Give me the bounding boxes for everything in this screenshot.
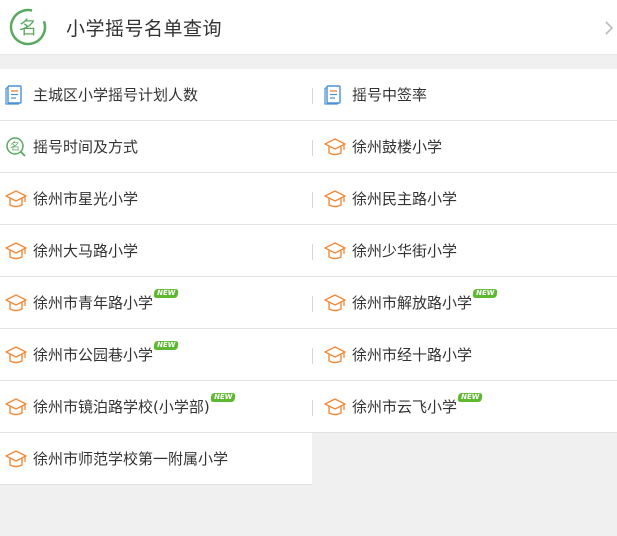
list-item-label: 徐州市解放路小学 xyxy=(352,294,473,312)
graduation-cap-icon xyxy=(5,188,27,210)
link-grid: 主城区小学摇号计划人数 摇号中签率名摇号时间及方式 徐州鼓楼小学徐州市星光小学 徐州民… xyxy=(0,69,617,485)
empty-cell xyxy=(312,433,617,485)
list-item[interactable]: 徐州鼓楼小学 xyxy=(312,121,617,173)
graduation-cap-icon xyxy=(5,396,27,418)
list-item-label: 主城区小学摇号计划人数 xyxy=(33,86,199,104)
new-badge: NEW xyxy=(210,393,236,402)
list-item[interactable]: 徐州市云飞小学 NEW xyxy=(312,381,617,433)
list-item-label: 徐州大马路小学 xyxy=(33,242,139,260)
list-item-label: 徐州市镜泊路学校(小学部) xyxy=(33,398,210,416)
list-item[interactable]: 徐州民主路小学 xyxy=(312,173,617,225)
graduation-cap-icon xyxy=(324,136,346,158)
list-item-label: 徐州市师范学校第一附属小学 xyxy=(33,450,229,468)
list-item-label: 徐州少华街小学 xyxy=(352,242,458,260)
new-badge: NEW xyxy=(153,289,180,298)
list-item-label: 徐州市星光小学 xyxy=(33,190,139,208)
list-item-label: 徐州市青年路小学 xyxy=(33,294,154,312)
graduation-cap-icon xyxy=(5,448,27,470)
graduation-cap-icon xyxy=(5,240,27,262)
list-item[interactable]: 徐州市经十路小学 xyxy=(312,329,617,381)
list-item[interactable]: 徐州少华街小学 xyxy=(312,225,617,277)
list-item-label: 徐州鼓楼小学 xyxy=(352,138,443,156)
new-badge: NEW xyxy=(472,289,499,298)
list-item-label: 徐州市公园巷小学 xyxy=(33,346,154,364)
header-bar[interactable]: 名 小学摇号名单查询 xyxy=(0,0,617,55)
section-gap xyxy=(0,55,617,69)
list-item[interactable]: 徐州市青年路小学 NEW xyxy=(0,277,312,329)
list-item-label: 徐州民主路小学 xyxy=(352,190,458,208)
list-item-label: 徐州市云飞小学 xyxy=(352,398,458,416)
name-logo-icon: 名 xyxy=(9,8,47,46)
list-item[interactable]: 徐州市解放路小学 NEW xyxy=(312,277,617,329)
document-icon xyxy=(324,84,346,106)
graduation-cap-icon xyxy=(324,292,346,314)
page-title: 小学摇号名单查询 xyxy=(66,18,223,40)
new-badge: NEW xyxy=(457,393,484,402)
graduation-cap-icon xyxy=(5,292,27,314)
graduation-cap-icon xyxy=(5,344,27,366)
list-item-label: 摇号中签率 xyxy=(352,86,428,104)
list-item[interactable]: 主城区小学摇号计划人数 xyxy=(0,69,312,121)
list-item-label: 徐州市经十路小学 xyxy=(352,346,473,364)
list-item[interactable]: 徐州市镜泊路学校(小学部) NEW xyxy=(0,381,312,433)
list-item[interactable]: 徐州市师范学校第一附属小学 xyxy=(0,433,312,485)
graduation-cap-icon xyxy=(324,188,346,210)
new-badge: NEW xyxy=(153,341,180,350)
graduation-cap-icon xyxy=(324,344,346,366)
list-item[interactable]: 徐州市公园巷小学 NEW xyxy=(0,329,312,381)
graduation-cap-icon xyxy=(324,240,346,262)
list-item[interactable]: 名摇号时间及方式 xyxy=(0,121,312,173)
list-item[interactable]: 徐州大马路小学 xyxy=(0,225,312,277)
chevron-right-icon[interactable] xyxy=(604,20,614,36)
list-item[interactable]: 徐州市星光小学 xyxy=(0,173,312,225)
graduation-cap-icon xyxy=(324,396,346,418)
list-item[interactable]: 摇号中签率 xyxy=(312,69,617,121)
logo-char: 名 xyxy=(19,18,37,39)
svg-text:名: 名 xyxy=(10,140,20,153)
list-item-label: 摇号时间及方式 xyxy=(33,138,139,156)
name-search-icon: 名 xyxy=(5,136,27,158)
document-icon xyxy=(5,84,27,106)
